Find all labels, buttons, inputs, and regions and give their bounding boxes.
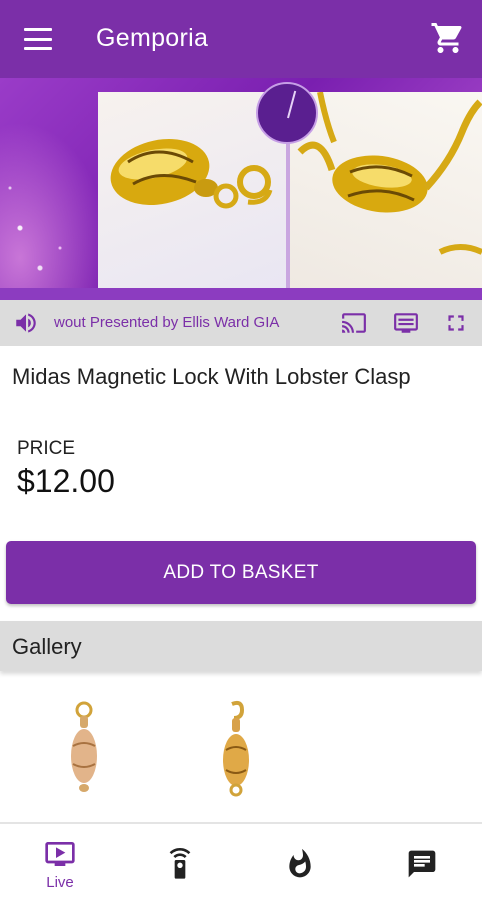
video-lower-band bbox=[0, 288, 482, 300]
clasp-thumbnail-2[interactable] bbox=[176, 690, 296, 810]
volume-icon[interactable] bbox=[12, 310, 40, 336]
product-price: $12.00 bbox=[17, 463, 115, 499]
nav-item-hot[interactable] bbox=[240, 824, 360, 900]
fullscreen-icon[interactable] bbox=[442, 310, 470, 336]
countdown-clock-icon bbox=[256, 82, 318, 144]
nav-item-remote[interactable] bbox=[120, 824, 240, 900]
app-title: Gemporia bbox=[96, 24, 209, 52]
gallery-header[interactable]: Gallery bbox=[0, 621, 482, 671]
bottom-navigation: Live bbox=[0, 822, 482, 900]
cast-icon[interactable] bbox=[338, 310, 370, 336]
price-label: PRICE bbox=[17, 438, 76, 459]
nav-item-label: Live bbox=[46, 874, 74, 891]
product-title: Midas Magnetic Lock With Lobster Clasp bbox=[12, 364, 411, 389]
video-product-image-right bbox=[290, 91, 482, 288]
tv-play-icon bbox=[45, 842, 75, 866]
subtitles-icon[interactable] bbox=[390, 310, 422, 336]
chat-icon bbox=[408, 850, 436, 878]
app-bar: Gemporia bbox=[0, 0, 482, 78]
hamburger-menu-icon[interactable] bbox=[22, 24, 54, 54]
clasp-thumbnail-1[interactable] bbox=[24, 690, 144, 810]
nav-item-chat[interactable] bbox=[360, 824, 480, 900]
remote-control-icon bbox=[169, 848, 191, 879]
shopping-cart-icon[interactable] bbox=[430, 20, 466, 56]
player-controls: wout Presented by Ellis Ward GIA bbox=[0, 300, 482, 346]
flame-icon bbox=[289, 848, 311, 878]
gallery-title: Gallery bbox=[12, 634, 82, 659]
add-to-basket-button[interactable]: ADD TO BASKET bbox=[6, 541, 476, 604]
presenter-ticker-text: wout Presented by Ellis Ward GIA bbox=[54, 314, 280, 331]
nav-item-live[interactable]: Live bbox=[0, 824, 120, 900]
live-video-player[interactable] bbox=[0, 78, 482, 300]
